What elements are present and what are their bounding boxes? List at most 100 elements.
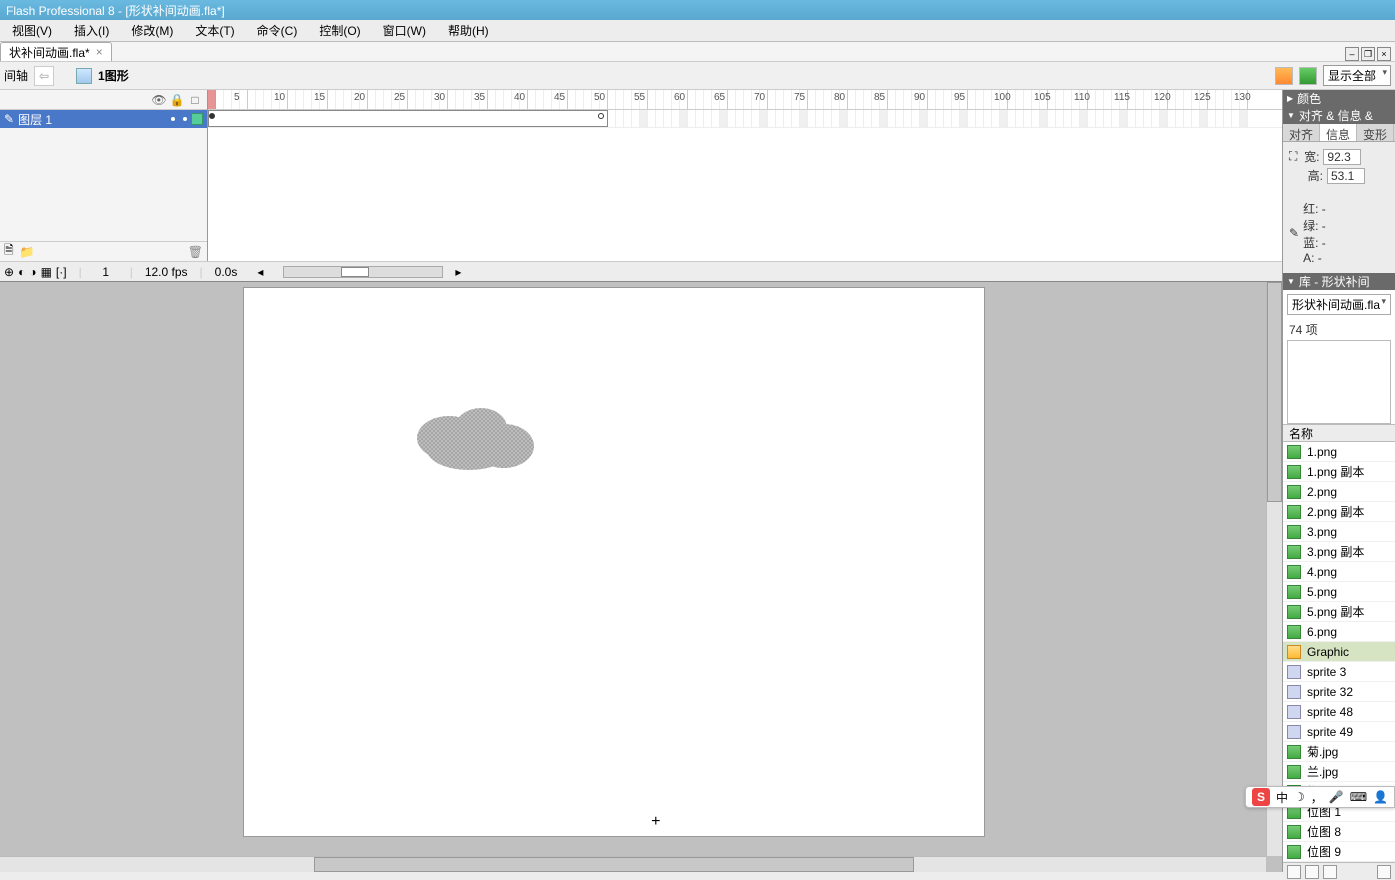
bitmap-icon [1287,485,1301,499]
new-layer-icon[interactable]: 🗎 [4,241,14,261]
library-doc-select[interactable]: 形状补间动画.fla [1287,294,1391,315]
library-item-name: 2.png 副本 [1307,503,1364,520]
zoom-select[interactable]: 显示全部 [1323,65,1391,86]
edit-multiple-icon[interactable]: ▦ [41,265,52,279]
mic-icon[interactable]: 🎤 [1329,790,1344,804]
scroll-right-icon[interactable]: ▸ [455,265,461,279]
onion-outline-icon[interactable]: ◑ [29,265,36,279]
bitmap-icon [1287,625,1301,639]
stage-vscroll[interactable] [1266,282,1282,856]
library-footer [1283,862,1395,880]
layer-row[interactable]: ✎ 图层 1 [0,110,207,128]
doc-minimize-button[interactable]: – [1345,47,1359,61]
onion-skin-icon[interactable]: ◐ [18,265,25,279]
keyboard-icon[interactable]: ⌨ [1350,790,1367,804]
library-item[interactable]: 3.png 副本 [1283,542,1395,562]
menu-control[interactable]: 控制(O) [315,20,364,41]
lock-column-icon[interactable]: 🔒 [171,94,183,106]
align-panel-header[interactable]: ▼ 对齐 & 信息 & [1283,107,1395,124]
tab-align[interactable]: 对齐 [1283,124,1320,141]
ime-lang[interactable]: 中 [1276,789,1288,806]
scene-name[interactable]: 1图形 [98,67,129,84]
library-item[interactable]: 4.png [1283,562,1395,582]
keyframe-1[interactable] [209,113,215,119]
doc-tab-active[interactable]: 状补间动画.fla* × [0,42,112,61]
library-item[interactable]: sprite 32 [1283,682,1395,702]
library-item-name: 5.png 副本 [1307,603,1364,620]
scroll-left-icon[interactable]: ◂ [257,265,263,279]
user-icon[interactable]: 👤 [1373,790,1388,804]
library-panel-header[interactable]: ▼ 库 - 形状补间 [1283,273,1395,290]
library-item[interactable]: 位图 9 [1283,842,1395,862]
edit-scene-icon[interactable] [1275,67,1293,85]
library-item-name: 3.png [1307,525,1337,539]
bitmap-icon [1287,845,1301,859]
sogou-icon[interactable]: S [1252,788,1270,806]
stage-hscroll[interactable] [0,856,1266,872]
menu-command[interactable]: 命令(C) [253,20,302,41]
punct-icon[interactable]: ， [1311,789,1323,806]
timeline-hscroll[interactable] [283,266,443,278]
layers-footer: 🗎 📁 🗑 [0,241,207,261]
library-item[interactable]: 2.png [1283,482,1395,502]
ime-toolbar[interactable]: S 中 ☽ ， 🎤 ⌨ 👤 [1245,786,1395,808]
tab-info[interactable]: 信息 [1320,124,1357,141]
library-item[interactable]: 1.png [1283,442,1395,462]
height-value[interactable]: 53.1 [1327,168,1365,184]
align-info-tabs: 对齐 信息 变形 [1283,124,1395,142]
back-button[interactable]: ⇦ [34,66,54,86]
frames-area[interactable]: 5101520253035404550556065707580859095100… [208,90,1282,261]
right-panel-dock: ▶ 颜色 ▼ 对齐 & 信息 & 对齐 信息 变形 ⛶ 宽: 92.3 高: 5… [1283,90,1395,872]
center-frame-icon[interactable]: ⊕ [4,265,14,279]
doc-close-button[interactable]: × [1377,47,1391,61]
menu-help[interactable]: 帮助(H) [444,20,493,41]
library-item-name: 1.png 副本 [1307,463,1364,480]
outline-column-icon[interactable]: □ [189,94,201,106]
tab-transform[interactable]: 变形 [1357,124,1394,141]
menu-window[interactable]: 窗口(W) [379,20,430,41]
stage-viewport[interactable]: + [0,282,1282,872]
library-item-name: 5.png [1307,585,1337,599]
layer-outline-color[interactable] [191,113,203,125]
new-folder-icon[interactable]: 📁 [20,245,35,259]
library-item[interactable]: sprite 48 [1283,702,1395,722]
elapsed-time: 0.0s [215,265,238,279]
library-item[interactable]: 位图 8 [1283,822,1395,842]
bitmap-icon [1287,525,1301,539]
menu-modify[interactable]: 修改(M) [127,20,177,41]
library-columns[interactable]: 名称 [1283,424,1395,442]
library-item[interactable]: sprite 3 [1283,662,1395,682]
library-item[interactable]: 2.png 副本 [1283,502,1395,522]
cloud-shape[interactable] [409,398,539,476]
layer-name: 图层 1 [18,111,167,128]
doc-restore-button[interactable]: ❐ [1361,47,1375,61]
menu-insert[interactable]: 插入(I) [70,20,113,41]
library-preview [1287,340,1391,424]
keyframe-50[interactable] [598,113,604,119]
width-value[interactable]: 92.3 [1323,149,1361,165]
library-item[interactable]: 6.png [1283,622,1395,642]
library-item[interactable]: 兰.jpg [1283,762,1395,782]
onion-markers-icon[interactable]: [·] [56,265,67,279]
menu-text[interactable]: 文本(T) [191,20,238,41]
frames-row-layer1[interactable] [208,110,1282,128]
library-item[interactable]: Graphic [1283,642,1395,662]
stage-canvas[interactable] [244,288,984,836]
library-item-name: 菊.jpg [1307,743,1338,760]
edit-symbol-icon[interactable] [1299,67,1317,85]
color-panel-header[interactable]: ▶ 颜色 [1283,90,1395,107]
frame-ruler[interactable]: 5101520253035404550556065707580859095100… [208,90,1282,110]
library-item[interactable]: 5.png 副本 [1283,602,1395,622]
visibility-column-icon[interactable]: 👁 [153,94,165,106]
library-item[interactable]: 1.png 副本 [1283,462,1395,482]
layers-panel: 👁 🔒 □ ✎ 图层 1 🗎 📁 [0,90,208,261]
playhead[interactable] [208,90,216,109]
moon-icon[interactable]: ☽ [1294,790,1305,804]
library-item[interactable]: sprite 49 [1283,722,1395,742]
library-item[interactable]: 5.png [1283,582,1395,602]
close-icon[interactable]: × [96,45,103,59]
library-item[interactable]: 菊.jpg [1283,742,1395,762]
delete-layer-icon[interactable]: 🗑 [188,245,203,259]
menu-view[interactable]: 视图(V) [8,20,56,41]
library-item[interactable]: 3.png [1283,522,1395,542]
